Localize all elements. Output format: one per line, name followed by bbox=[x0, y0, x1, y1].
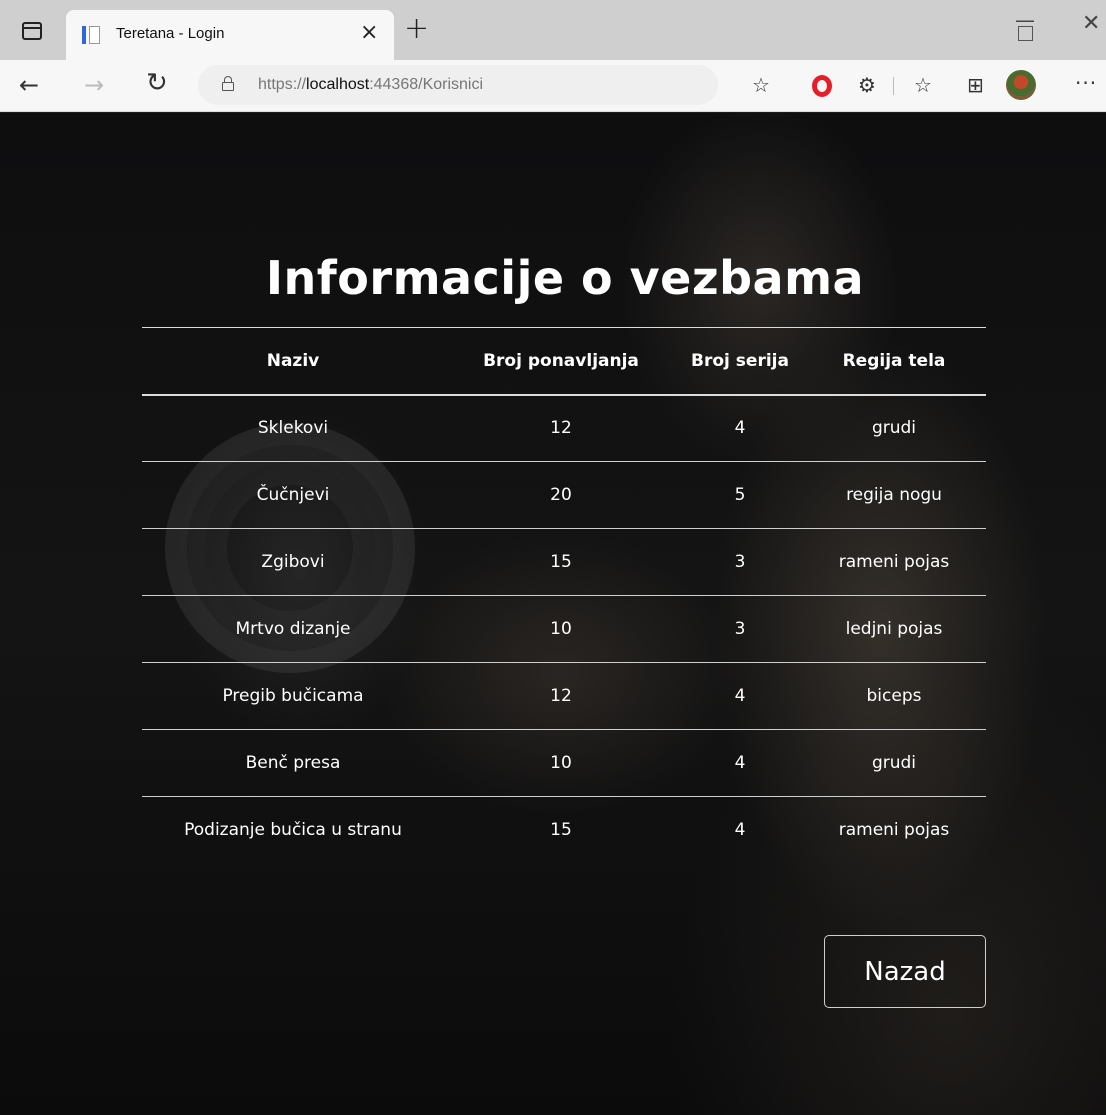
cell-regija-tela: rameni pojas bbox=[838, 820, 950, 841]
address-bar: ← → ↻ https://localhost:44368/Korisnici … bbox=[0, 60, 1106, 112]
column-header-broj-serija: Broj serija bbox=[678, 327, 802, 396]
cell-broj-serija: 4 bbox=[678, 662, 802, 730]
collections-icon[interactable]: ⊞ bbox=[967, 73, 984, 97]
cell-regija-tela: rameni pojas bbox=[802, 528, 986, 596]
cell-broj-ponavljanja: 12 bbox=[444, 394, 678, 462]
favorites-icon[interactable]: ☆ bbox=[914, 73, 932, 97]
back-button[interactable]: Nazad bbox=[824, 935, 986, 1008]
cell-regija-tela: regija nogu bbox=[802, 461, 986, 529]
cell-broj-serija: 4 bbox=[678, 394, 802, 462]
profile-avatar[interactable] bbox=[1006, 70, 1036, 100]
cell-broj-serija: 3 bbox=[678, 528, 802, 596]
maximize-icon[interactable] bbox=[1018, 26, 1033, 41]
cell-broj-ponavljanja: 15 bbox=[550, 820, 572, 841]
close-icon[interactable]: × bbox=[360, 21, 378, 45]
cell-naziv: Pregib bučicama bbox=[142, 662, 444, 730]
exercises-table: Naziv Broj ponavljanja Broj serija Regij… bbox=[142, 327, 986, 864]
cell-regija-tela: grudi bbox=[802, 729, 986, 797]
cell-broj-ponavljanja: 10 bbox=[444, 729, 678, 797]
forward-arrow-icon[interactable]: → bbox=[84, 73, 104, 97]
cell-naziv: Zgibovi bbox=[142, 528, 444, 596]
extensions-icon[interactable]: ⚙ bbox=[858, 73, 876, 97]
table-row: Benč presa 10 4 grudi bbox=[142, 729, 986, 797]
column-header-naziv: Naziv bbox=[142, 327, 444, 396]
url-field[interactable]: https://localhost:44368/Korisnici bbox=[198, 65, 718, 105]
tab-bar: Teretana - Login × + — ✕ bbox=[0, 0, 1106, 60]
back-arrow-icon[interactable]: ← bbox=[19, 73, 39, 97]
cell-regija-tela: ledjni pojas bbox=[802, 595, 986, 663]
tab-actions-icon[interactable] bbox=[22, 22, 42, 40]
url-text[interactable]: https://localhost:44368/Korisnici bbox=[258, 76, 483, 94]
cell-broj-serija: 3 bbox=[678, 595, 802, 663]
close-window-icon[interactable]: ✕ bbox=[1082, 12, 1100, 36]
column-header-broj-ponavljanja: Broj ponavljanja bbox=[444, 327, 678, 396]
cell-broj-serija: 5 bbox=[678, 461, 802, 529]
opera-icon[interactable] bbox=[812, 75, 832, 97]
cell-naziv: Mrtvo dizanje bbox=[142, 595, 444, 663]
page-content: Informacije o vezbama Naziv Broj ponavlj… bbox=[0, 113, 1106, 1115]
cell-broj-ponavljanja: 20 bbox=[444, 461, 678, 529]
lock-icon[interactable] bbox=[222, 76, 234, 91]
browser-tab[interactable]: Teretana - Login × bbox=[66, 10, 394, 60]
cell-broj-serija: 4 bbox=[734, 820, 746, 841]
more-icon[interactable]: ··· bbox=[1075, 71, 1097, 95]
table-header-row: Naziv Broj ponavljanja Broj serija Regij… bbox=[142, 327, 986, 396]
cell-broj-serija: 4 bbox=[678, 729, 802, 797]
page-title: Informacije o vezbama bbox=[265, 251, 865, 305]
add-favorite-icon[interactable]: ☆ bbox=[752, 73, 770, 97]
cell-broj-ponavljanja: 12 bbox=[444, 662, 678, 730]
cell-regija-tela: grudi bbox=[802, 394, 986, 462]
tab-favicon bbox=[82, 26, 100, 44]
plus-icon[interactable]: + bbox=[404, 14, 429, 44]
cell-broj-ponavljanja: 10 bbox=[444, 595, 678, 663]
toolbar-divider bbox=[893, 77, 894, 95]
cell-regija-tela: biceps bbox=[802, 662, 986, 730]
cell-naziv: Podizanje bučica u stranu bbox=[184, 820, 402, 841]
column-header-regija-tela: Regija tela bbox=[802, 327, 986, 396]
table-row: Podizanje bučica u stranu 15 4 rameni po… bbox=[142, 797, 986, 864]
refresh-icon[interactable]: ↻ bbox=[146, 70, 168, 96]
table-row: Čučnjevi 20 5 regija nogu bbox=[142, 461, 986, 529]
cell-broj-ponavljanja: 15 bbox=[444, 528, 678, 596]
cell-naziv: Čučnjevi bbox=[142, 461, 444, 529]
tab-title: Teretana - Login bbox=[116, 25, 225, 42]
cell-naziv: Sklekovi bbox=[142, 394, 444, 462]
table-row: Sklekovi 12 4 grudi bbox=[142, 394, 986, 462]
table-row: Zgibovi 15 3 rameni pojas bbox=[142, 528, 986, 596]
table-row: Mrtvo dizanje 10 3 ledjni pojas bbox=[142, 595, 986, 663]
table-row: Pregib bučicama 12 4 biceps bbox=[142, 662, 986, 730]
cell-naziv: Benč presa bbox=[142, 729, 444, 797]
